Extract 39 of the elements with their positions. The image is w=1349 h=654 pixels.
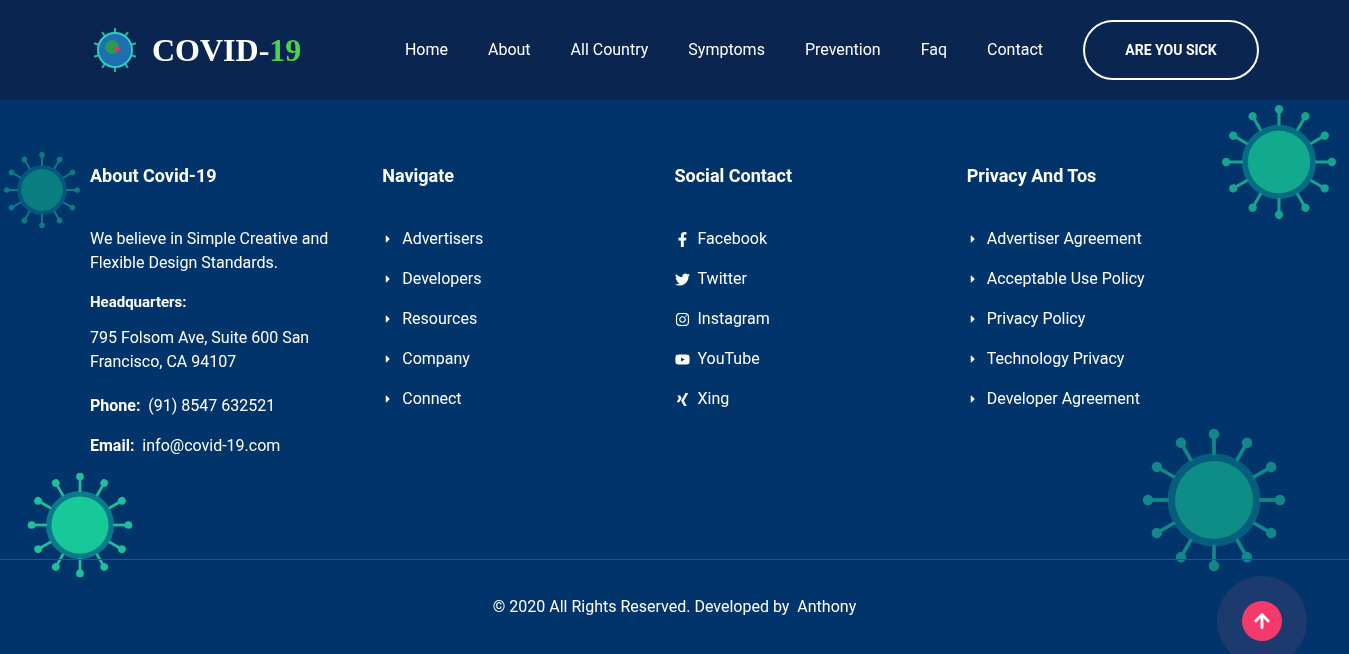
- xing-icon: [674, 391, 690, 407]
- footer-link[interactable]: Resources: [402, 307, 478, 331]
- address-text: 795 Folsom Ave, Suite 600 San Francisco, CA 94107: [90, 326, 311, 373]
- logo-text[interactable]: COVID-19: [152, 34, 302, 66]
- social-link[interactable]: Twitter: [697, 267, 747, 291]
- arrow-up-icon: [1253, 612, 1271, 630]
- footer-link[interactable]: Advertisers: [402, 227, 484, 251]
- footer-link[interactable]: Advertiser Agreement: [986, 227, 1142, 251]
- footer-link[interactable]: Connect: [402, 387, 462, 411]
- are-you-sick-button[interactable]: ARE YOU SICK: [1083, 20, 1259, 80]
- column-heading: Social Contact: [674, 164, 793, 188]
- nav-link[interactable]: Faq: [920, 38, 948, 62]
- social-link[interactable]: Facebook: [697, 227, 767, 251]
- copyright-text: © 2020 All Rights Reserved. Developed by Anthony: [492, 596, 857, 618]
- social-link[interactable]: YouTube: [697, 347, 760, 371]
- phone-text: Phone: (91) 8547 632521: [90, 394, 277, 417]
- footer-link[interactable]: Developer Agreement: [986, 387, 1140, 411]
- social-link[interactable]: Xing: [697, 387, 730, 411]
- column-heading: Privacy And Tos: [966, 164, 1098, 188]
- footer-link[interactable]: Acceptable Use Policy: [986, 267, 1145, 291]
- footer-link[interactable]: Company: [402, 347, 470, 371]
- nav-link[interactable]: Prevention: [804, 38, 881, 62]
- nav-link[interactable]: All Country: [570, 38, 649, 62]
- scroll-to-top-button[interactable]: [1242, 601, 1282, 641]
- footer-link[interactable]: Technology Privacy: [986, 347, 1125, 371]
- column-heading: About Covid-19: [90, 164, 218, 188]
- twitter-icon: [674, 271, 690, 287]
- email-text: Email: info@covid-19.com: [90, 434, 282, 457]
- nav-link[interactable]: Symptoms: [688, 38, 765, 62]
- nav-link[interactable]: About: [487, 38, 531, 62]
- nav-link[interactable]: Home: [404, 38, 448, 62]
- instagram-icon: [674, 311, 690, 327]
- nav-link[interactable]: Contact: [987, 38, 1043, 62]
- social-link[interactable]: Instagram: [697, 307, 770, 331]
- headquarters-label: Headquarters:: [90, 292, 188, 313]
- about-text: We believe in Simple Creative and Flexible Design Standards.: [90, 228, 330, 274]
- footer-link[interactable]: Privacy Policy: [986, 307, 1086, 331]
- column-heading: Navigate: [382, 164, 456, 188]
- footer-link[interactable]: Developers: [402, 267, 482, 291]
